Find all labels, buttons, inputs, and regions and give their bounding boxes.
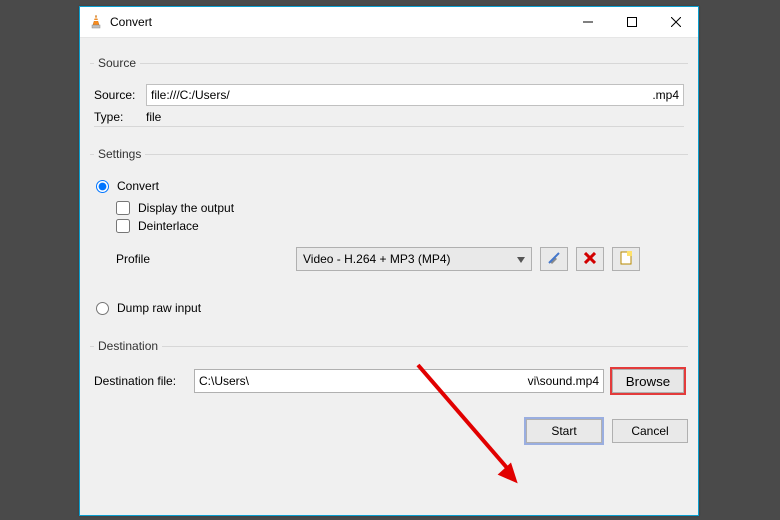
deinterlace-label: Deinterlace	[138, 219, 199, 233]
type-value: file	[146, 110, 161, 124]
source-path-right: .mp4	[652, 88, 679, 102]
destination-path-right: vi\sound.mp4	[528, 374, 599, 388]
minimize-button[interactable]	[566, 7, 610, 37]
cancel-button-label: Cancel	[631, 424, 668, 438]
close-button[interactable]	[654, 7, 698, 37]
titlebar: Convert	[80, 7, 698, 38]
cancel-button[interactable]: Cancel	[612, 419, 688, 443]
destination-group-label: Destination	[94, 339, 162, 353]
display-output-input[interactable]	[116, 201, 130, 215]
destination-group: Destination Destination file: C:\Users\ …	[90, 339, 688, 403]
dump-raw-radio-input[interactable]	[96, 302, 109, 315]
settings-group-label: Settings	[94, 147, 145, 161]
source-path-left: file:///C:/Users/	[151, 88, 230, 102]
profile-value: Video - H.264 + MP3 (MP4)	[303, 252, 451, 266]
new-doc-icon	[620, 251, 632, 268]
edit-profile-button[interactable]	[540, 247, 568, 271]
maximize-button[interactable]	[610, 7, 654, 37]
display-output-checkbox[interactable]: Display the output	[116, 201, 684, 215]
annotation-arrow-head	[498, 463, 525, 490]
settings-group: Settings Convert Display the output Dein…	[90, 147, 688, 327]
profile-label: Profile	[116, 252, 296, 266]
browse-button[interactable]: Browse	[612, 369, 684, 393]
source-group-label: Source	[94, 56, 140, 70]
profile-select[interactable]: Video - H.264 + MP3 (MP4)	[296, 247, 532, 271]
chevron-down-icon	[517, 252, 525, 266]
dump-raw-radio[interactable]: Dump raw input	[94, 301, 684, 315]
type-label: Type:	[94, 110, 146, 124]
dialog-buttons: Start Cancel	[90, 419, 688, 443]
new-profile-button[interactable]	[612, 247, 640, 271]
delete-profile-button[interactable]	[576, 247, 604, 271]
deinterlace-input[interactable]	[116, 219, 130, 233]
start-button[interactable]: Start	[526, 419, 602, 443]
wrench-icon	[547, 251, 561, 268]
display-output-label: Display the output	[138, 201, 234, 215]
convert-radio[interactable]: Convert	[94, 179, 684, 193]
destination-input[interactable]: C:\Users\ vi\sound.mp4	[194, 369, 604, 393]
source-path-input[interactable]: file:///C:/Users/ .mp4	[146, 84, 684, 106]
deinterlace-checkbox[interactable]: Deinterlace	[116, 219, 684, 233]
dump-raw-label: Dump raw input	[117, 301, 201, 315]
source-label: Source:	[94, 88, 146, 102]
convert-radio-label: Convert	[117, 179, 159, 193]
destination-path-left: C:\Users\	[199, 374, 528, 388]
app-icon	[88, 14, 104, 30]
convert-radio-input[interactable]	[96, 180, 109, 193]
destination-label: Destination file:	[94, 374, 194, 388]
window-title: Convert	[110, 15, 152, 29]
convert-dialog: Convert Source Source: file:///C:/Users/…	[79, 6, 699, 516]
delete-x-icon	[584, 252, 596, 267]
start-button-label: Start	[551, 424, 576, 438]
source-group: Source Source: file:///C:/Users/ .mp4 Ty…	[90, 56, 688, 135]
